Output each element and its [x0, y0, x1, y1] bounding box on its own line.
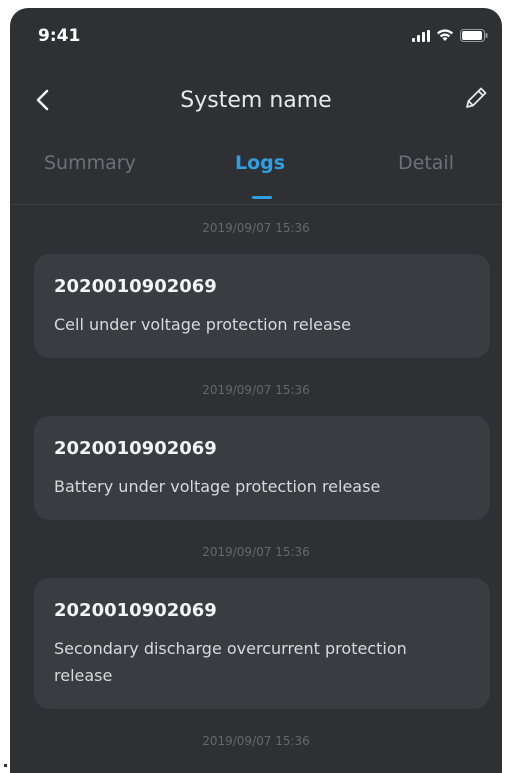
- log-card[interactable]: 2020010902069 Secondary discharge overcu…: [34, 578, 490, 709]
- log-message: Battery under voltage protection release: [54, 477, 381, 496]
- wifi-icon: [437, 29, 453, 41]
- battery-icon: [460, 29, 488, 42]
- active-tab-indicator: [252, 196, 272, 199]
- log-entry: 2019/09/07 15:36 2020010902069 Cell unde…: [10, 218, 502, 380]
- log-timestamp: 2019/09/07 15:36: [202, 545, 310, 559]
- log-id: 2020010902069: [54, 276, 217, 297]
- status-time: 9:41: [38, 26, 81, 46]
- status-bar: 9:41: [10, 8, 502, 58]
- log-list: 2019/09/07 15:36 2020010902069 Cell unde…: [10, 218, 502, 767]
- edge-mark: [4, 764, 7, 767]
- status-icons: [412, 28, 488, 42]
- log-entry: 2019/09/07 15:36: [10, 731, 502, 767]
- navigation-bar: System name: [10, 78, 502, 122]
- log-message: Cell under voltage protection release: [54, 315, 351, 334]
- log-id: 2020010902069: [54, 438, 217, 459]
- signal-icon: [412, 30, 430, 42]
- tab-bar: Summary Logs Detail: [10, 148, 502, 205]
- log-timestamp: 2019/09/07 15:36: [202, 383, 310, 397]
- log-entry: 2019/09/07 15:36 2020010902069 Secondary…: [10, 542, 502, 731]
- log-card[interactable]: 2020010902069 Battery under voltage prot…: [34, 416, 490, 520]
- tab-detail[interactable]: Detail: [398, 152, 454, 174]
- log-message: Secondary discharge overcurrent protecti…: [54, 639, 407, 685]
- phone-screen: 9:41 System name Summary Logs Detail 201…: [10, 8, 502, 773]
- log-id: 2020010902069: [54, 600, 217, 621]
- log-entry: 2019/09/07 15:36 2020010902069 Battery u…: [10, 380, 502, 542]
- log-card[interactable]: 2020010902069 Cell under voltage protect…: [34, 254, 490, 358]
- log-timestamp: 2019/09/07 15:36: [202, 221, 310, 235]
- page-title: System name: [180, 88, 332, 113]
- tab-logs[interactable]: Logs: [235, 152, 285, 174]
- log-timestamp: 2019/09/07 15:36: [202, 734, 310, 748]
- tab-summary[interactable]: Summary: [44, 152, 136, 174]
- pencil-icon[interactable]: [462, 84, 490, 112]
